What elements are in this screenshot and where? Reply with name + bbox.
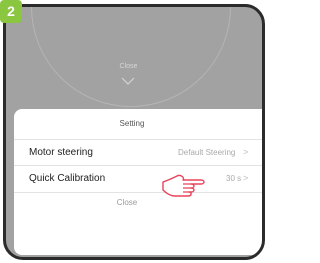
chevron-down-icon[interactable]: [121, 77, 135, 86]
row-value-quick-calibration: 30 s: [226, 174, 242, 183]
pointing-hand-icon: [162, 174, 205, 197]
row-label-motor-steering: Motor steering: [29, 147, 93, 158]
step-badge: 2: [0, 0, 22, 23]
phone-screen: Close Setting Motor steering Default Ste…: [3, 4, 265, 260]
background-close-label[interactable]: Close: [6, 63, 251, 70]
row-value-motor-steering: Default Steering: [178, 148, 236, 157]
sheet-title: Setting: [119, 119, 145, 128]
chevron-right-icon: >: [243, 173, 249, 183]
control-dial: [31, 7, 231, 107]
chevron-right-icon: >: [243, 147, 249, 157]
row-label-quick-calibration: Quick Calibration: [29, 173, 106, 184]
divider: [14, 192, 262, 193]
row-motor-steering[interactable]: Motor steering Default Steering >: [14, 140, 262, 165]
settings-sheet: Setting Motor steering Default Steering …: [14, 109, 262, 255]
row-quick-calibration[interactable]: Quick Calibration 30 s >: [14, 166, 262, 191]
